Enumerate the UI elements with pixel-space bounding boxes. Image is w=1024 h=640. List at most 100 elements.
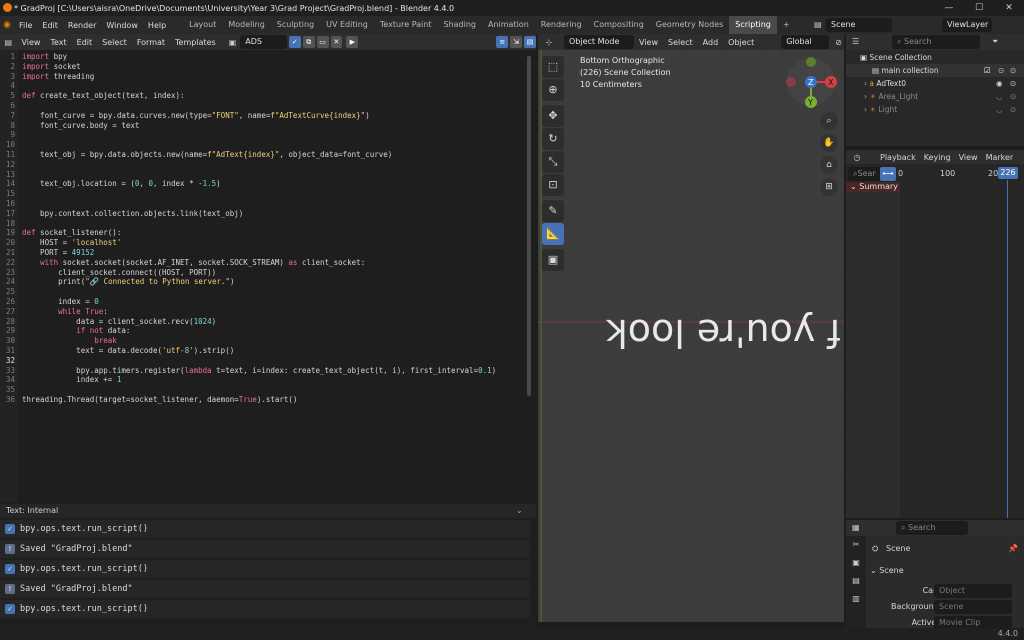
blender-menu-icon[interactable]: ◉ xyxy=(0,20,14,30)
camera-icon[interactable]: ⊙ xyxy=(1010,77,1016,90)
scale-icon[interactable]: ⤡ xyxy=(542,151,564,173)
tab-uv-editing[interactable]: UV Editing xyxy=(320,16,374,34)
render-tab-icon[interactable]: ▣ xyxy=(846,554,866,572)
menu-keying[interactable]: Keying xyxy=(920,153,955,162)
properties-editor-icon[interactable]: ▦ xyxy=(852,523,860,532)
annotate-icon[interactable]: ✎ xyxy=(542,200,564,222)
menu-edit[interactable]: Edit xyxy=(37,21,63,30)
menu-select-3d[interactable]: Select xyxy=(663,38,698,47)
move-icon[interactable]: ✥ xyxy=(542,105,564,127)
filter-icon[interactable]: ⏷ xyxy=(992,37,998,47)
tool-tab-icon[interactable]: ✂ xyxy=(846,536,866,554)
log-row[interactable]: ! Saved "GradProj.blend" xyxy=(0,540,530,558)
snap-icon[interactable]: ⊘ xyxy=(835,38,842,47)
menu-view[interactable]: View xyxy=(16,38,45,47)
outliner-row-area-light[interactable]: › ☀ Area_Light ◡ ⊙ xyxy=(846,90,1024,103)
mode-selector[interactable]: Object Mode xyxy=(564,35,634,49)
text-file-name[interactable]: ADS xyxy=(240,35,287,49)
rotate-icon[interactable]: ↻ xyxy=(542,128,564,150)
text-browse-icon[interactable]: ▣ xyxy=(229,38,237,47)
eye-icon[interactable]: ◉ xyxy=(996,77,1003,90)
open-folder-icon[interactable]: ▭ xyxy=(316,36,329,48)
menu-object[interactable]: Object xyxy=(723,38,759,47)
camera-icon[interactable]: ⊙ xyxy=(1010,90,1016,103)
orientation-selector[interactable]: Global xyxy=(781,35,830,49)
navigation-gizmo[interactable]: X Y Z xyxy=(778,54,838,112)
scene-name[interactable]: Scene xyxy=(826,18,892,32)
outliner-row-scene-collection[interactable]: ▣ Scene Collection xyxy=(846,51,1024,64)
timeline-editor-icon[interactable]: ◷ xyxy=(846,153,868,162)
log-row[interactable]: ✓ bpy.ops.text.run_script() xyxy=(0,560,530,578)
transform-icon[interactable]: ⊡ xyxy=(542,174,564,196)
outliner-search[interactable]: ⌕ Search xyxy=(892,35,980,49)
view-layer-name[interactable]: ViewLayer xyxy=(942,18,992,32)
add-cube-icon[interactable]: ▣ xyxy=(542,249,564,271)
chevron-down-icon[interactable]: ⌄ xyxy=(516,506,523,515)
maximize-button[interactable]: ☐ xyxy=(964,0,994,16)
outliner-editor-icon[interactable]: ☰ xyxy=(852,37,859,46)
camera-icon[interactable]: ⊙ xyxy=(998,64,1004,77)
menu-file[interactable]: File xyxy=(14,21,37,30)
run-script-icon[interactable]: ▶ xyxy=(346,36,359,48)
tab-layout[interactable]: Layout xyxy=(183,16,222,34)
log-row[interactable]: ✓ bpy.ops.text.run_script() xyxy=(0,600,530,618)
menu-text[interactable]: Text xyxy=(45,38,71,47)
menu-edit-text[interactable]: Edit xyxy=(72,38,98,47)
properties-search[interactable]: ⌕ Search xyxy=(896,521,968,535)
eye-closed-icon[interactable]: ◡ xyxy=(996,103,1003,116)
menu-templates[interactable]: Templates xyxy=(170,38,221,47)
tab-compositing[interactable]: Compositing xyxy=(588,16,650,34)
menu-select[interactable]: Select xyxy=(97,38,132,47)
eye-closed-icon[interactable]: ◡ xyxy=(996,90,1003,103)
unlink-icon[interactable]: ✕ xyxy=(330,36,343,48)
mirrored-text-object[interactable]: If you're look xyxy=(542,311,844,355)
current-frame-indicator[interactable]: 226 xyxy=(998,167,1018,179)
swap-icon[interactable]: ⟷ xyxy=(880,167,896,181)
tab-rendering[interactable]: Rendering xyxy=(535,16,588,34)
grid-view-icon[interactable]: ⊞ xyxy=(820,178,838,196)
editor-type-icon[interactable]: ▤ xyxy=(0,38,16,47)
active-clip-field[interactable]: Movie Clip xyxy=(934,616,1012,628)
tab-geometry-nodes[interactable]: Geometry Nodes xyxy=(650,16,729,34)
log-row[interactable]: ✓ bpy.ops.text.run_script() xyxy=(0,520,530,538)
timeline-search[interactable]: ⌕Sear xyxy=(848,167,884,181)
menu-window[interactable]: Window xyxy=(101,21,143,30)
menu-help[interactable]: Help xyxy=(143,21,171,30)
log-row[interactable]: ! Saved "GradProj.blend" xyxy=(0,580,530,598)
code-scrollbar[interactable] xyxy=(527,56,531,396)
checkbox-icon[interactable]: ☑ xyxy=(984,64,991,77)
cursor-icon[interactable]: ⊕ xyxy=(542,79,564,101)
fake-user-icon[interactable]: ✓ xyxy=(288,36,301,48)
camera-icon[interactable]: ⊙ xyxy=(1010,64,1016,77)
camera-icon[interactable]: ⌂ xyxy=(820,156,838,174)
menu-view-timeline[interactable]: View xyxy=(955,153,982,162)
editor-type-icon[interactable]: ⊹ xyxy=(538,38,560,47)
add-workspace-button[interactable]: + xyxy=(777,16,796,34)
output-tab-icon[interactable]: ▤ xyxy=(846,572,866,590)
outliner-row-adtext0[interactable]: › a AdText0 ◉ ⊙ xyxy=(846,77,1024,90)
menu-format[interactable]: Format xyxy=(132,38,170,47)
menu-view-3d[interactable]: View xyxy=(634,38,663,47)
tab-scripting[interactable]: Scripting xyxy=(729,16,777,34)
select-box-icon[interactable]: ⬚ xyxy=(542,56,564,78)
menu-add[interactable]: Add xyxy=(698,38,724,47)
outliner-row-light[interactable]: › ☀ Light ◡ ⊙ xyxy=(846,103,1024,116)
menu-render[interactable]: Render xyxy=(63,21,101,30)
measure-icon[interactable]: 📐 xyxy=(542,223,564,245)
tab-sculpting[interactable]: Sculpting xyxy=(271,16,320,34)
tab-animation[interactable]: Animation xyxy=(482,16,535,34)
pin-icon[interactable]: 📌 xyxy=(1008,544,1018,553)
view-layer-selector[interactable]: ViewLayer xyxy=(920,18,1024,32)
word-wrap-icon[interactable]: ⇲ xyxy=(510,36,523,48)
syntax-highlight-icon[interactable]: ▤ xyxy=(524,36,536,48)
zoom-icon[interactable]: ⌕ xyxy=(820,112,838,130)
background-scene-field[interactable]: Scene xyxy=(934,600,1012,614)
outliner-row-main-collection[interactable]: ▤ main collection ☑ ⊙ ⊙ xyxy=(846,64,1024,77)
camera-icon[interactable]: ⊙ xyxy=(1010,103,1016,116)
minimize-button[interactable]: — xyxy=(934,0,964,16)
camera-field[interactable]: Object xyxy=(934,584,1012,598)
line-numbers-icon[interactable]: ≡ xyxy=(496,36,509,48)
tab-texture-paint[interactable]: Texture Paint xyxy=(374,16,438,34)
menu-playback[interactable]: Playback xyxy=(876,153,920,162)
view-layer-tab-icon[interactable]: ▥ xyxy=(846,590,866,608)
